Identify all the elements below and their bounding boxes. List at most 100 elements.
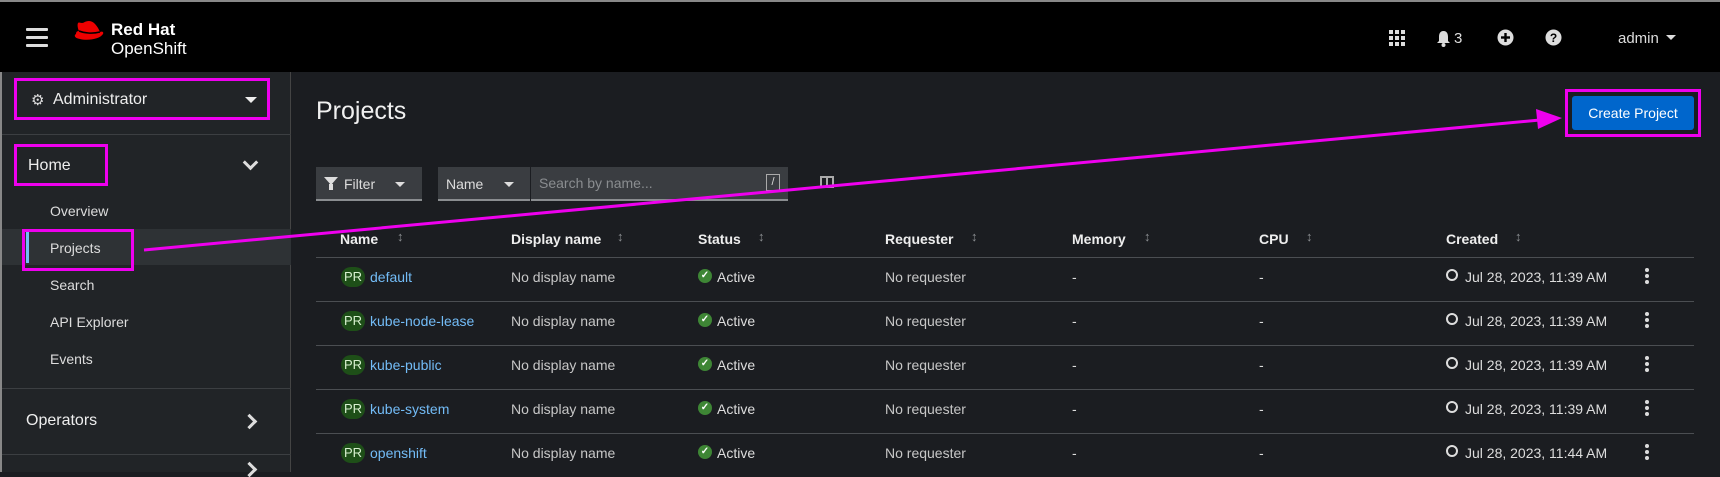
memory-cell: -: [1072, 313, 1077, 329]
sidebar-item-events[interactable]: Events: [50, 351, 93, 367]
sidebar-nav: ⚙ Administrator Home Overview Projects S…: [0, 72, 291, 477]
project-badge: PR: [341, 443, 365, 463]
column-management-icon[interactable]: [820, 176, 834, 188]
caret-down-icon: [245, 97, 257, 103]
column-header-memory[interactable]: Memory: [1072, 231, 1126, 247]
project-name-link[interactable]: openshift: [370, 445, 427, 461]
sort-icon[interactable]: ↕: [1306, 229, 1313, 244]
chevron-down-icon[interactable]: [242, 154, 259, 171]
kebab-menu-icon[interactable]: [1645, 444, 1649, 460]
memory-cell: -: [1072, 357, 1077, 373]
create-project-button[interactable]: Create Project: [1572, 96, 1694, 130]
cpu-cell: -: [1259, 269, 1264, 285]
nav-section-home-label: Home: [28, 157, 71, 174]
notification-count: 3: [1454, 30, 1463, 47]
created-cell: Jul 28, 2023, 11:39 AM: [1465, 269, 1608, 285]
status-cell: Active: [717, 357, 756, 373]
perspective-switcher[interactable]: ⚙ Administrator: [14, 78, 270, 120]
table-row-divider: [316, 433, 1694, 434]
user-menu-caret-icon: [1666, 35, 1677, 40]
column-header-created[interactable]: Created: [1446, 231, 1498, 247]
memory-cell: -: [1072, 269, 1077, 285]
project-badge: PR: [341, 311, 365, 331]
created-cell: Jul 28, 2023, 11:39 AM: [1465, 313, 1608, 329]
display-name-cell: No display name: [511, 357, 616, 373]
search-shortcut-hint: /: [766, 174, 780, 191]
column-header-requester[interactable]: Requester: [885, 231, 953, 247]
chevron-right-icon[interactable]: [241, 461, 258, 477]
filter-label: Filter: [344, 176, 376, 192]
sidebar-divider: [2, 134, 291, 135]
project-name-link[interactable]: default: [370, 269, 412, 285]
requester-cell: No requester: [885, 269, 966, 285]
name-select-dropdown[interactable]: Name: [438, 167, 530, 201]
created-cell: Jul 28, 2023, 11:39 AM: [1465, 401, 1608, 417]
sort-icon[interactable]: ↕: [971, 229, 978, 244]
chevron-right-icon[interactable]: [241, 413, 258, 430]
project-name-link[interactable]: kube-node-lease: [370, 313, 474, 329]
search-by-name-input[interactable]: [531, 167, 788, 201]
cpu-cell: -: [1259, 445, 1264, 461]
user-name: admin: [1618, 30, 1659, 47]
page-title: Projects: [316, 97, 407, 125]
display-name-cell: No display name: [511, 313, 616, 329]
perspective-label: Administrator: [53, 91, 148, 108]
brand-openshift: OpenShift: [111, 39, 187, 58]
column-header-display-name[interactable]: Display name: [511, 231, 601, 247]
status-cell: Active: [717, 445, 756, 461]
cpu-cell: -: [1259, 401, 1264, 417]
sort-icon[interactable]: ↕: [758, 229, 765, 244]
filter-dropdown[interactable]: Filter: [316, 167, 422, 201]
hamburger-menu-icon[interactable]: [26, 28, 48, 48]
nav-section-home[interactable]: Home: [14, 144, 108, 186]
bell-icon: [1437, 31, 1450, 47]
sort-icon[interactable]: ↕: [617, 229, 624, 244]
sidebar-item-api-explorer[interactable]: API Explorer: [50, 314, 129, 330]
kebab-menu-icon[interactable]: [1645, 400, 1649, 416]
nav-section-operators[interactable]: Operators: [26, 412, 97, 430]
sidebar-item-search[interactable]: Search: [50, 277, 94, 293]
user-menu[interactable]: admin: [1618, 30, 1677, 47]
sort-icon[interactable]: ↕: [1144, 229, 1151, 244]
cpu-cell: -: [1259, 357, 1264, 373]
sort-icon[interactable]: ↕: [1515, 229, 1522, 244]
svg-text:?: ?: [1550, 31, 1557, 45]
add-plus-circle-icon[interactable]: [1497, 29, 1514, 46]
projects-annotation-box: [22, 229, 134, 271]
cogs-icon: ⚙: [31, 92, 45, 109]
check-circle-icon: ✓: [698, 313, 712, 327]
column-header-name[interactable]: Name: [340, 231, 378, 247]
kebab-menu-icon[interactable]: [1645, 312, 1649, 328]
project-badge: PR: [341, 399, 365, 419]
column-header-status[interactable]: Status: [698, 231, 741, 247]
check-circle-icon: ✓: [698, 357, 712, 371]
kebab-menu-icon[interactable]: [1645, 356, 1649, 372]
project-name-link[interactable]: kube-public: [370, 357, 442, 373]
project-name-link[interactable]: kube-system: [370, 401, 449, 417]
table-row-divider: [316, 345, 1694, 346]
globe-icon: [1446, 313, 1458, 325]
sidebar-item-overview[interactable]: Overview: [50, 203, 108, 219]
table-row-divider: [316, 389, 1694, 390]
check-circle-icon: ✓: [698, 445, 712, 459]
kebab-menu-icon[interactable]: [1645, 268, 1649, 284]
cpu-cell: -: [1259, 313, 1264, 329]
sort-icon[interactable]: ↕: [397, 229, 404, 244]
sidebar-divider: [2, 388, 291, 389]
sidebar-divider: [2, 454, 291, 455]
status-cell: Active: [717, 313, 756, 329]
red-hat-fedora-icon: [74, 21, 104, 40]
column-header-cpu[interactable]: CPU: [1259, 231, 1289, 247]
project-badge: PR: [341, 267, 365, 287]
app-launcher-grid-icon[interactable]: [1389, 30, 1405, 46]
memory-cell: -: [1072, 401, 1077, 417]
table-row-divider: [316, 301, 1694, 302]
created-cell: Jul 28, 2023, 11:39 AM: [1465, 357, 1608, 373]
name-select-label: Name: [446, 176, 484, 192]
brand-red-hat: Red Hat: [111, 20, 176, 39]
display-name-cell: No display name: [511, 445, 616, 461]
help-question-circle-icon[interactable]: ?: [1545, 29, 1562, 46]
requester-cell: No requester: [885, 313, 966, 329]
caret-down-icon: [395, 182, 405, 187]
status-cell: Active: [717, 401, 756, 417]
